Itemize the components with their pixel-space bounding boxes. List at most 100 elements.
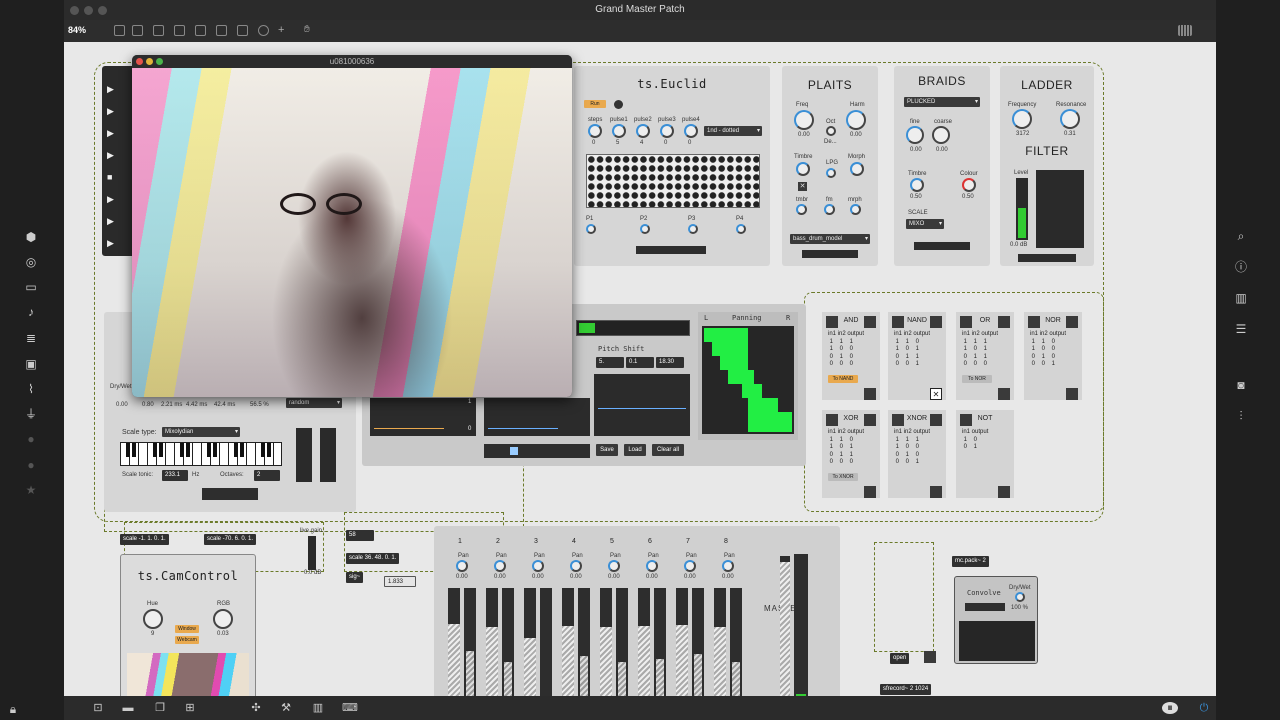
ladder-freq-knob[interactable]: [1012, 109, 1032, 129]
image-icon[interactable]: ▣: [24, 357, 38, 371]
pitch-pattern[interactable]: [484, 444, 590, 458]
pitch-value-1[interactable]: 5.: [596, 357, 624, 368]
octaves-number[interactable]: 2: [254, 470, 280, 481]
pan-knob[interactable]: [456, 560, 468, 572]
scale-object-2[interactable]: scale -70. 6. 0. 1.: [204, 534, 257, 545]
sfrecord-object[interactable]: sfrecord~ 2 1024: [880, 684, 932, 695]
record-toggle[interactable]: [924, 651, 936, 663]
braids-coarse-knob[interactable]: [932, 126, 950, 144]
hue-knob[interactable]: [143, 609, 163, 629]
plaits-mrph-knob[interactable]: [850, 204, 861, 215]
sliders-icon[interactable]: ⫶: [1234, 409, 1248, 423]
paperclip-icon[interactable]: ⌇: [24, 382, 38, 396]
mc-pack-object[interactable]: mc.pack~ 2: [952, 556, 989, 567]
list-icon[interactable]: ☰: [1234, 322, 1248, 336]
channel-fader[interactable]: [600, 588, 612, 696]
euclid-mode-menu[interactable]: 1nd - dotted: [704, 126, 762, 136]
braids-mode-menu[interactable]: PLUCKED: [904, 97, 980, 107]
p1-knob[interactable]: [586, 224, 596, 234]
circle-icon[interactable]: ●: [24, 432, 38, 446]
plaits-fm-knob[interactable]: [824, 204, 835, 215]
plaits-tmbr-knob[interactable]: [796, 204, 807, 215]
random-menu[interactable]: random: [286, 398, 342, 408]
clear-all-button[interactable]: Clear all: [652, 444, 684, 456]
load-button[interactable]: Load: [624, 444, 646, 456]
windows-icon[interactable]: ❐: [154, 702, 166, 714]
plaits-lpg-knob[interactable]: [826, 168, 836, 178]
channel-fader[interactable]: [448, 588, 460, 696]
debug-icon[interactable]: ✣: [250, 702, 262, 714]
plaits-model-menu[interactable]: bass_drum_model: [790, 234, 870, 244]
plaits-freq-knob[interactable]: [794, 110, 814, 130]
sequencer-icon[interactable]: ≣: [24, 331, 38, 345]
pan-knob[interactable]: [722, 560, 734, 572]
toolbar-button-icon[interactable]: [216, 25, 227, 36]
pitch-sequencer[interactable]: [576, 320, 690, 336]
scale-object-1[interactable]: scale -1. 1. 0. 1.: [120, 534, 169, 545]
number-1833[interactable]: 1.833: [384, 576, 416, 587]
steps-knob[interactable]: [588, 124, 602, 138]
plaits-oct-knob[interactable]: [826, 126, 836, 136]
star-icon[interactable]: ★: [24, 483, 38, 497]
preset-play-icons[interactable]: ▶ ▶ ▶ ▶ ■ ▶ ▶ ▶: [107, 78, 114, 254]
video-window[interactable]: u081000636: [132, 55, 572, 397]
edit-lock-icon[interactable]: ⊡: [92, 702, 104, 714]
scale-object-3[interactable]: scale 36. 48. 0. 1.: [346, 553, 400, 564]
presentation-icon[interactable]: ▬: [122, 702, 134, 714]
plaits-timbre-knob[interactable]: [796, 162, 810, 176]
braids-scale-menu[interactable]: MIXO: [906, 219, 944, 229]
pulse3-knob[interactable]: [660, 124, 674, 138]
live-gain-slider[interactable]: [308, 536, 316, 570]
braids-fine-knob[interactable]: [906, 126, 924, 144]
circle-p-icon[interactable]: ●: [24, 458, 38, 472]
pulse2-knob[interactable]: [636, 124, 650, 138]
sig-object[interactable]: sig~: [346, 572, 364, 583]
channel-fader[interactable]: [676, 588, 688, 696]
p2-knob[interactable]: [640, 224, 650, 234]
toolbar-hand-icon[interactable]: ✋︎: [304, 25, 315, 36]
channel-fader[interactable]: [486, 588, 498, 696]
close-window-button[interactable]: [70, 6, 79, 15]
convolve-drywet-knob[interactable]: [1015, 592, 1025, 602]
pan-knob[interactable]: [570, 560, 582, 572]
keyboard-icon[interactable]: ⌨: [342, 702, 358, 714]
to-nand-button[interactable]: To NAND: [828, 375, 858, 383]
toolbar-comment-icon[interactable]: [153, 25, 164, 36]
music-note-icon[interactable]: ♪: [24, 305, 38, 319]
keyboard[interactable]: [120, 442, 282, 466]
p4-knob[interactable]: [736, 224, 746, 234]
info-icon[interactable]: ⓘ: [1234, 260, 1248, 274]
pitch-value-3[interactable]: 18.30: [656, 357, 684, 368]
pulse4-knob[interactable]: [684, 124, 698, 138]
pan-knob[interactable]: [646, 560, 658, 572]
wrench-icon[interactable]: ⚒: [280, 702, 292, 714]
scale-type-menu[interactable]: Mixolydian: [162, 427, 240, 437]
target-icon[interactable]: ◎: [24, 255, 38, 269]
search-icon[interactable]: ⌕: [1234, 229, 1248, 243]
channel-fader[interactable]: [562, 588, 574, 696]
piano-icon[interactable]: ▥: [312, 702, 324, 714]
toolbar-add-icon[interactable]: +: [278, 25, 289, 36]
braids-timbre-knob[interactable]: [910, 178, 924, 192]
to-xnor-button[interactable]: To XNOR: [828, 473, 858, 481]
tonic-number[interactable]: 233.1: [162, 470, 188, 481]
euclid-run-button[interactable]: Run: [584, 100, 606, 108]
p3-knob[interactable]: [688, 224, 698, 234]
open-message[interactable]: open: [890, 653, 910, 664]
pan-knob[interactable]: [608, 560, 620, 572]
package-icon[interactable]: ⬢: [24, 230, 38, 244]
webcam-button[interactable]: Webcam: [175, 636, 199, 644]
toolbar-slider-icon[interactable]: [237, 25, 248, 36]
toolbar-toggle-icon[interactable]: [195, 25, 206, 36]
lock-icon[interactable]: 🔒︎: [6, 702, 20, 716]
monitor-icon[interactable]: ▭: [24, 280, 38, 294]
master-fader-left[interactable]: [780, 556, 790, 696]
toolbar-message-icon[interactable]: [174, 25, 185, 36]
audio-icon[interactable]: ⏸︎: [1162, 702, 1178, 714]
window-button[interactable]: Window: [175, 625, 199, 633]
camera-icon[interactable]: ◙: [1234, 378, 1248, 392]
euclid-step-grid[interactable]: [586, 154, 760, 208]
braids-colour-knob[interactable]: [962, 178, 976, 192]
save-button[interactable]: Save: [596, 444, 618, 456]
book-icon[interactable]: ▥: [1234, 291, 1248, 305]
